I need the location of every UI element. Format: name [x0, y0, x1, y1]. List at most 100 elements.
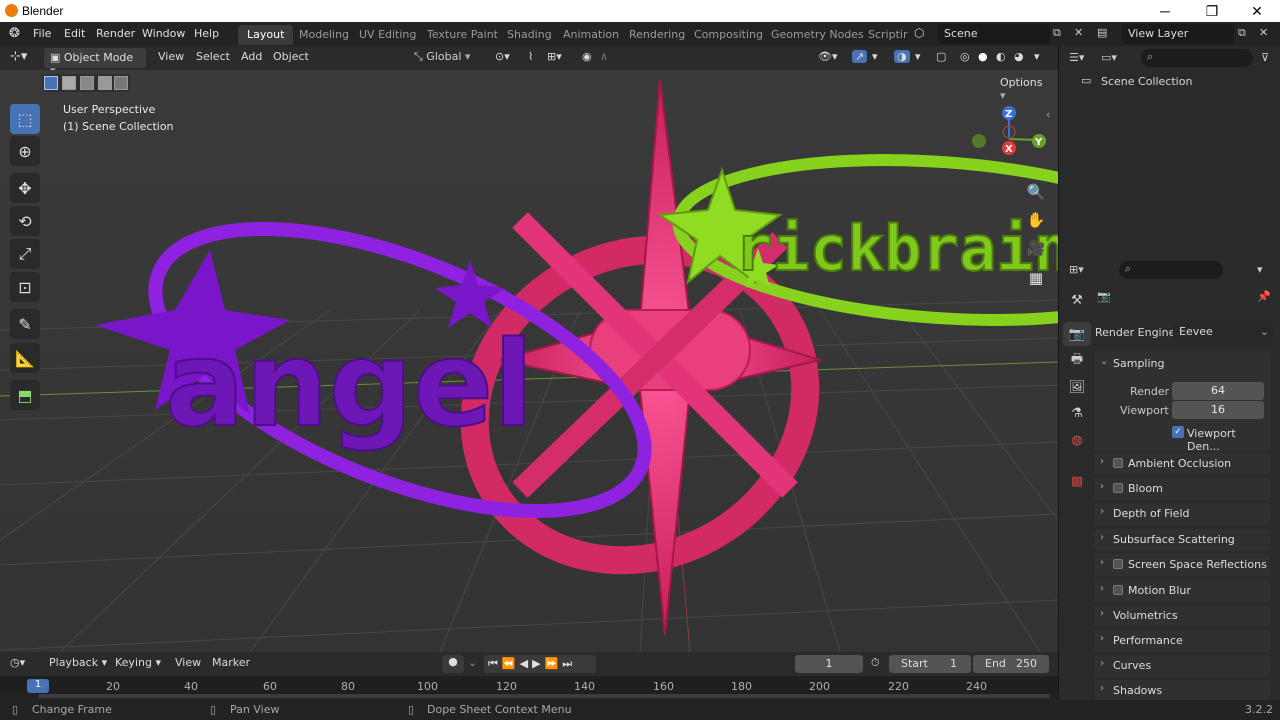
tab-layout[interactable]: Layout [238, 25, 294, 45]
new-scene-icon[interactable]: ⧉ [1053, 26, 1061, 40]
panel-depth-of-field[interactable]: › Depth of Field [1094, 503, 1270, 525]
maximize-button[interactable]: ❐ [1189, 1, 1235, 21]
close-button[interactable]: ✕ [1234, 1, 1280, 21]
timeline-editor-icon[interactable]: ◷▾ [10, 656, 25, 669]
outliner-funnel-icon[interactable]: ⊽ [1261, 51, 1269, 64]
select-invert-icon[interactable] [98, 76, 112, 90]
new-view-layer-icon[interactable]: ⧉ [1238, 26, 1246, 40]
menu-render[interactable]: Render [96, 27, 135, 40]
outliner-scene-collection[interactable]: Scene Collection [1101, 75, 1192, 88]
zoom-view-button[interactable]: 🔍 [1024, 180, 1048, 204]
view-layer-icon[interactable]: ▤ [1097, 26, 1107, 39]
outliner-filter-icon[interactable]: ▭▾ [1101, 51, 1117, 64]
shading-dropdown-icon[interactable]: ▾ [1034, 50, 1040, 63]
jump-key-forward-icon[interactable]: ⏩ [545, 657, 563, 670]
panel-screen-space-reflections[interactable]: › Screen Space Reflections [1094, 554, 1270, 576]
select-extend-icon[interactable] [62, 76, 76, 90]
gizmo-dropdown-icon[interactable]: ▾ [872, 50, 878, 63]
scene-icon[interactable]: ⬡ [914, 26, 924, 40]
tool-transform[interactable]: ⊡ [10, 272, 40, 302]
outliner-search-input[interactable]: ⌕ [1141, 49, 1253, 67]
tool-annotate[interactable]: ✎ [10, 309, 40, 339]
tab-rendering[interactable]: Rendering [620, 25, 694, 45]
tab-compositing[interactable]: Compositing [685, 25, 772, 45]
panel-motion-blur[interactable]: › Motion Blur [1094, 580, 1270, 602]
tab-scene[interactable]: ⚗ [1063, 401, 1091, 425]
material-shading-icon[interactable]: ◐ [996, 50, 1006, 63]
ambient-occlusion-checkbox[interactable] [1113, 458, 1123, 468]
tab-animation[interactable]: Animation [554, 25, 628, 45]
pan-view-button[interactable]: ✋ [1024, 208, 1048, 232]
render-samples-field[interactable]: 64 [1172, 382, 1264, 400]
mode-selector[interactable]: ▣ Object Mode ▾ [44, 48, 146, 77]
options-dropdown[interactable]: Options ▾ [994, 73, 1052, 102]
sidebar-toggle-icon[interactable]: ‹ [1046, 108, 1050, 121]
visibility-icon[interactable]: 👁▾ [818, 50, 838, 63]
jump-end-icon[interactable]: ⏭ [562, 657, 576, 670]
menu-edit[interactable]: Edit [64, 27, 85, 40]
minimize-button[interactable]: ─ [1142, 1, 1188, 21]
tab-uv-editing[interactable]: UV Editing [350, 25, 425, 45]
wireframe-shading-icon[interactable]: ◎ [960, 50, 970, 63]
pin-icon[interactable]: 📌 [1257, 290, 1271, 303]
select-subtract-icon[interactable] [80, 76, 94, 90]
tool-add-cube[interactable]: ⬒ [10, 380, 40, 410]
end-frame-field[interactable]: End 250 [973, 655, 1049, 673]
blender-menu-icon[interactable]: ❂ [9, 26, 20, 41]
solid-shading-icon[interactable]: ● [978, 50, 988, 63]
menu-view[interactable]: View [158, 50, 184, 63]
editor-type-icon[interactable]: ⊹▾ [10, 49, 27, 64]
tab-output[interactable]: 🖶 [1063, 349, 1091, 373]
select-new-icon[interactable] [44, 76, 58, 90]
delete-scene-icon[interactable]: ✕ [1074, 26, 1083, 39]
delete-view-layer-icon[interactable]: ✕ [1259, 26, 1268, 39]
menu-keying[interactable]: Keying ▾ [115, 656, 161, 669]
snap-icon[interactable]: ⌇ [528, 50, 533, 63]
tab-render[interactable]: 📷 [1063, 322, 1091, 346]
outliner-editor-icon[interactable]: ☰▾ [1069, 51, 1084, 64]
current-frame-field[interactable]: 1 [795, 655, 863, 673]
panel-volumetrics[interactable]: › Volumetrics [1094, 605, 1270, 627]
overlay-dropdown-icon[interactable]: ▾ [915, 50, 921, 63]
render-engine-dropdown[interactable]: Eevee ⌄ [1173, 322, 1273, 342]
tool-measure[interactable]: 📐 [10, 343, 40, 373]
menu-timeline-view[interactable]: View [175, 656, 201, 669]
menu-help[interactable]: Help [194, 27, 219, 40]
panel-curves[interactable]: › Curves [1094, 655, 1270, 677]
snap-target-icon[interactable]: ⊞▾ [547, 50, 562, 63]
menu-file[interactable]: File [33, 27, 51, 40]
properties-editor-icon[interactable]: ⊞▾ [1069, 263, 1084, 276]
tab-modeling[interactable]: Modeling [290, 25, 358, 45]
menu-window[interactable]: Window [142, 27, 185, 40]
viewport-samples-field[interactable]: 16 [1172, 401, 1264, 419]
jump-start-icon[interactable]: ⏮ [488, 657, 502, 670]
tab-shading[interactable]: Shading [498, 25, 561, 45]
camera-view-button[interactable]: 🎥 [1024, 236, 1048, 260]
proportional-edit-icon[interactable]: ◉ [582, 50, 592, 63]
menu-select[interactable]: Select [196, 50, 230, 63]
scene-selector[interactable]: Scene [938, 24, 1050, 44]
record-dropdown-icon[interactable]: ⌄ [468, 656, 477, 669]
tool-cursor[interactable]: ⊕ [10, 136, 40, 166]
chevron-down-icon[interactable]: ⌄ [1100, 356, 1108, 367]
record-button[interactable]: ● [442, 655, 464, 673]
menu-add[interactable]: Add [241, 50, 262, 63]
ssr-checkbox[interactable] [1113, 559, 1123, 569]
motion-blur-checkbox[interactable] [1113, 585, 1123, 595]
transform-orientation-selector[interactable]: ⤡ Global ▾ [414, 50, 470, 64]
tool-rotate[interactable]: ⟲ [10, 206, 40, 236]
jump-key-back-icon[interactable]: ⏪ [502, 657, 520, 670]
play-icon[interactable]: ▶ [532, 657, 544, 670]
menu-playback[interactable]: Playback ▾ [49, 656, 107, 669]
rendered-shading-icon[interactable]: ◕ [1014, 50, 1024, 63]
panel-bloom[interactable]: › Bloom [1094, 478, 1270, 500]
playhead[interactable]: 1 [27, 679, 49, 693]
overlay-toggle-icon[interactable]: ◑ [894, 50, 910, 63]
properties-options-icon[interactable]: ▾ [1257, 263, 1263, 276]
sampling-title[interactable]: Sampling [1113, 357, 1165, 370]
tab-world[interactable]: ◍ [1063, 428, 1091, 452]
pivot-point-icon[interactable]: ⊙▾ [495, 50, 510, 63]
panel-ambient-occlusion[interactable]: › Ambient Occlusion [1094, 453, 1270, 475]
bloom-checkbox[interactable] [1113, 483, 1123, 493]
menu-marker[interactable]: Marker [212, 656, 250, 669]
